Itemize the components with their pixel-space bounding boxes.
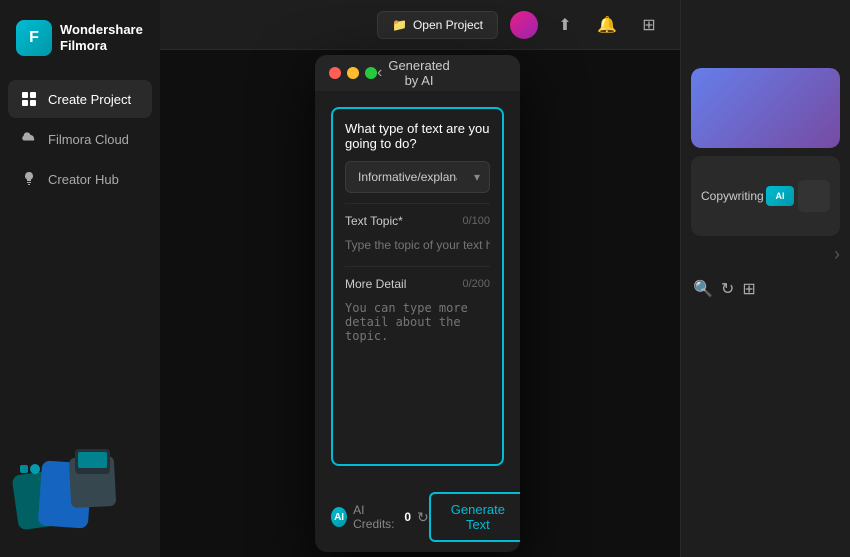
modal-titlebar: ‹ Generated by AI [315,55,520,91]
grid-icon [20,90,38,108]
form-question: What type of text are you going to do? [345,121,490,151]
ai-card-thumbnail [798,180,830,212]
copywriting-label: Copywriting [701,189,764,203]
panel-bottom-icons: 🔍 ↻ ⊞ [691,273,840,305]
sidebar-item-filmora-cloud[interactable]: Filmora Cloud [8,120,152,158]
gradient-card [691,68,840,148]
ai-credits-row: AI AI Credits: 0 ↻ [331,503,429,531]
panel-chevron-row: › [691,244,840,265]
window-controls [329,67,377,79]
reload-icon[interactable]: ↻ [721,279,734,299]
app-background: F Wondershare Filmora Create Project [0,0,850,557]
panel-card-gradient [691,68,840,148]
refresh-icon[interactable]: ↻ [417,509,429,526]
text-topic-label: Text Topic* [345,214,403,228]
ai-credits-label: AI Credits: [353,503,398,531]
sidebar-illustration [5,427,150,537]
more-detail-textarea[interactable] [345,297,490,452]
divider [345,203,490,204]
modal-footer: AI AI Credits: 0 ↻ Generate Text [315,482,520,552]
more-detail-label: More Detail [345,277,406,291]
text-topic-counter: 0/100 [462,215,490,227]
text-topic-header: Text Topic* 0/100 [345,214,490,228]
avatar [510,11,538,39]
upload-button[interactable]: ⬆ [550,10,580,40]
sidebar: F Wondershare Filmora Create Project [0,0,160,557]
close-button[interactable] [329,67,341,79]
notification-button[interactable]: 🔔 [592,10,622,40]
divider-2 [345,266,490,267]
sidebar-item-label: Filmora Cloud [48,132,129,147]
sidebar-logo: F Wondershare Filmora [0,8,160,72]
sidebar-item-creator-hub[interactable]: Creator Hub [8,160,152,198]
sidebar-item-label: Creator Hub [48,172,119,187]
right-panel: Copywriting AI › 🔍 ↻ ⊞ [680,0,850,557]
right-panel-spacer [691,10,840,60]
text-topic-section: Text Topic* 0/100 [345,214,490,256]
search-icon[interactable]: 🔍 [693,279,713,299]
cloud-icon [20,130,38,148]
modal-title: Generated by AI [388,58,449,88]
layout-icon[interactable]: ⊞ [742,279,755,299]
lightbulb-icon [20,170,38,188]
right-chevron-icon[interactable]: › [834,244,840,265]
modal-body: What type of text are you going to do? I… [315,91,520,482]
sidebar-navigation: Create Project Filmora Cloud Creator Hub [0,72,160,206]
ai-icon: AI [331,507,347,527]
ai-badge: AI [766,186,794,206]
folder-icon: 📁 [392,18,407,32]
generate-text-button[interactable]: Generate Text [429,492,520,542]
sidebar-item-create-project[interactable]: Create Project [8,80,152,118]
more-detail-section: More Detail 0/200 [345,277,490,452]
text-type-dropdown-wrapper: Informative/explanatory article Creative… [345,161,490,193]
logo-icon: F [16,20,52,56]
more-detail-header: More Detail 0/200 [345,277,490,291]
back-button[interactable]: ‹ [377,64,382,82]
ai-generator-modal: ‹ Generated by AI What type of text are … [315,55,520,552]
sidebar-item-label: Create Project [48,92,131,107]
open-project-button[interactable]: 📁 Open Project [377,11,498,39]
minimize-button[interactable] [347,67,359,79]
main-content: 📁 Open Project ⬆ 🔔 ⊞ [160,0,680,557]
panel-card-ai[interactable]: Copywriting AI [691,156,840,236]
maximize-button[interactable] [365,67,377,79]
text-topic-input[interactable] [345,234,490,256]
workspace: ‹ Generated by AI What type of text are … [160,50,680,557]
ai-credits-value: 0 [404,510,411,524]
grid-view-button[interactable]: ⊞ [634,10,664,40]
logo-text: Wondershare Filmora [60,22,144,53]
form-container: What type of text are you going to do? I… [331,107,504,466]
topbar: 📁 Open Project ⬆ 🔔 ⊞ [160,0,680,50]
text-type-select[interactable]: Informative/explanatory article Creative… [345,161,490,193]
more-detail-counter: 0/200 [462,278,490,290]
